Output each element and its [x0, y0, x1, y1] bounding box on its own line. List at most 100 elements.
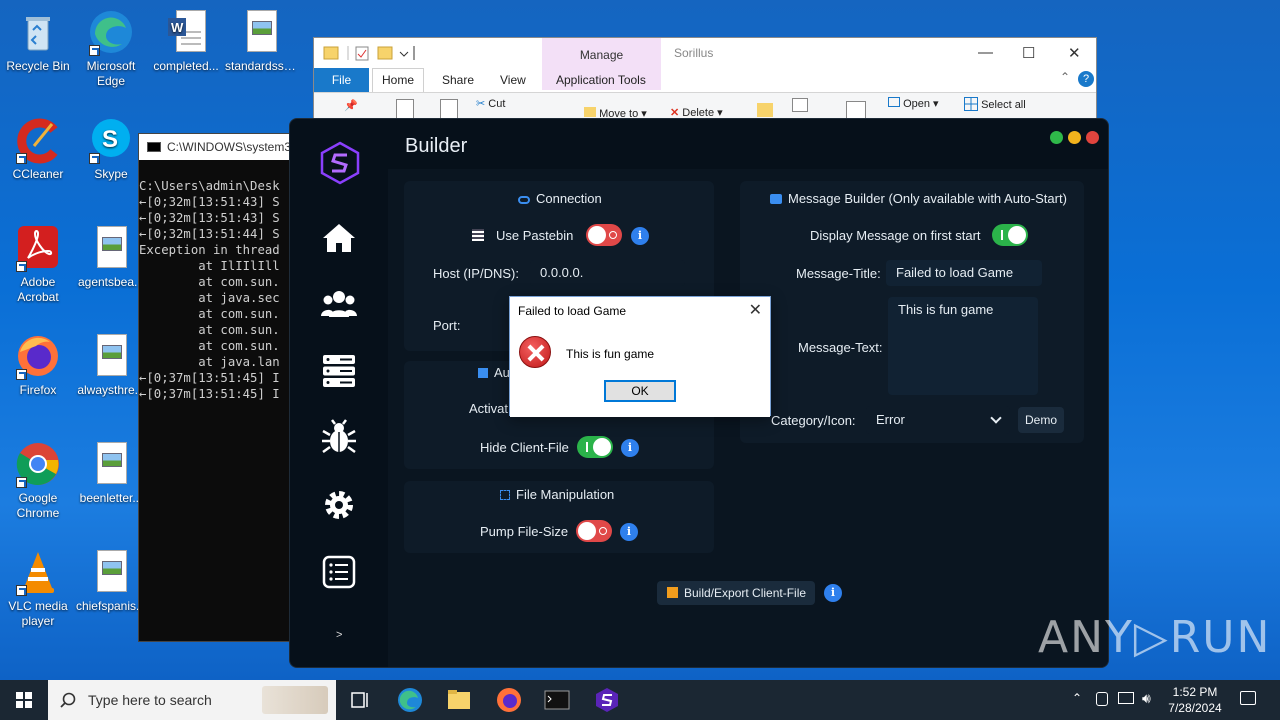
- pin-icon[interactable]: 📌: [344, 99, 358, 112]
- users-icon[interactable]: [320, 285, 358, 323]
- builder-taskbar-icon[interactable]: [587, 684, 627, 716]
- settings-gear-icon[interactable]: [320, 486, 358, 524]
- network-icon[interactable]: [1118, 692, 1134, 704]
- close-icon[interactable]: ✕: [749, 297, 762, 325]
- windows-start-icon[interactable]: [0, 680, 48, 720]
- quick-access-toolbar-icon[interactable]: [322, 44, 432, 62]
- chevron-up-icon[interactable]: ⌃: [1060, 70, 1070, 84]
- message-builder-title: Message Builder (Only available with Aut…: [770, 191, 1067, 206]
- firefox-taskbar-icon[interactable]: [489, 684, 529, 716]
- select-all-icon: [964, 97, 978, 111]
- firefox-icon: [14, 332, 62, 380]
- search-placeholder: Type here to search: [88, 692, 212, 708]
- demo-button[interactable]: Demo: [1018, 407, 1064, 433]
- file-explorer-taskbar-icon[interactable]: [439, 684, 479, 716]
- select-all-button[interactable]: Select all: [964, 97, 1026, 111]
- home-icon[interactable]: [320, 219, 358, 257]
- explorer-titlebar[interactable]: Manage Sorillus — ☐ ✕: [314, 38, 1096, 90]
- tab-application-tools[interactable]: Application Tools: [556, 73, 646, 87]
- search-highlight-icon: [262, 686, 328, 714]
- desktop-icon-edge[interactable]: Microsoft Edge: [73, 8, 149, 89]
- edge-taskbar-icon[interactable]: [390, 684, 430, 716]
- host-label: Host (IP/DNS):: [433, 266, 519, 281]
- file-explorer-window[interactable]: Manage Sorillus — ☐ ✕ File Home Share Vi…: [313, 37, 1097, 128]
- dialog-body: This is fun game OK: [510, 325, 770, 417]
- volume-icon[interactable]: 🔊︎: [1142, 690, 1151, 707]
- use-pastebin-toggle[interactable]: [586, 224, 622, 246]
- close-dot-icon[interactable]: [1086, 131, 1099, 144]
- desktop-icon-firefox[interactable]: Firefox: [0, 332, 76, 398]
- desktop-icon-recycle-bin[interactable]: Recycle Bin: [0, 8, 76, 74]
- display-first-toggle[interactable]: [992, 224, 1028, 246]
- file-manipulation-title: File Manipulation: [500, 487, 614, 502]
- clock-date: 7/28/2024: [1168, 701, 1222, 715]
- edge-icon: [87, 8, 135, 56]
- chevron-up-icon[interactable]: ⌃: [1072, 691, 1082, 705]
- desktop-icon-ccleaner[interactable]: CCleaner: [0, 116, 76, 182]
- console-line: ←[0;32m[13:51:44] S: [139, 227, 280, 241]
- app-logo-icon: [320, 141, 360, 185]
- clock[interactable]: 1:52 PM 7/28/2024: [1160, 684, 1230, 716]
- tab-view[interactable]: View: [500, 73, 526, 87]
- cmd-taskbar-icon[interactable]: [537, 684, 577, 716]
- info-icon[interactable]: i: [620, 523, 638, 541]
- desktop-icon-doc-completed[interactable]: W completed...: [148, 8, 224, 74]
- maximize-icon[interactable]: ☐: [1022, 44, 1035, 62]
- open-button[interactable]: Open ▾: [888, 97, 939, 110]
- taskbar-search[interactable]: Type here to search: [48, 680, 336, 720]
- display-first-label: Display Message on first start: [810, 228, 981, 243]
- cut-button[interactable]: ✂ Cut: [476, 97, 505, 110]
- new-folder-icon[interactable]: [757, 103, 773, 117]
- task-view-icon[interactable]: [340, 684, 380, 716]
- word-document-icon: W: [162, 8, 210, 56]
- console-titlebar[interactable]: C:\WINDOWS\system3: [139, 134, 297, 160]
- message-title-input[interactable]: Failed to load Game: [886, 260, 1042, 286]
- console-window[interactable]: C:\WINDOWS\system3 C:\Users\admin\Desk ←[…: [138, 133, 298, 642]
- tab-share[interactable]: Share: [442, 73, 474, 87]
- message-icon: [770, 194, 782, 204]
- close-icon[interactable]: ✕: [1068, 44, 1081, 62]
- desktop-icon-vlc[interactable]: VLC media player: [0, 548, 76, 629]
- maximize-dot-icon[interactable]: [1050, 131, 1063, 144]
- minimize-dot-icon[interactable]: [1068, 131, 1081, 144]
- list-icon[interactable]: [320, 553, 358, 591]
- info-icon[interactable]: i: [631, 227, 649, 245]
- console-line: at IlIIlIll: [139, 259, 280, 273]
- message-text-label: Message-Text:: [798, 340, 883, 355]
- host-input[interactable]: 0.0.0.0.: [530, 260, 685, 286]
- file-manipulation-icon: [500, 490, 510, 500]
- info-icon[interactable]: i: [824, 584, 842, 602]
- desktop-icon-label: Adobe Acrobat: [17, 275, 59, 304]
- tab-home[interactable]: Home: [372, 68, 424, 94]
- hide-client-toggle[interactable]: [577, 436, 613, 458]
- desktop-icon-chrome[interactable]: Google Chrome: [0, 440, 76, 521]
- desktop-icon-label: Google Chrome: [16, 491, 60, 520]
- console-line: ←[0;32m[13:51:43] S: [139, 211, 280, 225]
- people-icon[interactable]: [1096, 692, 1108, 706]
- tab-file[interactable]: File: [314, 68, 369, 92]
- desktop-icon-label: completed...: [153, 59, 219, 73]
- minimize-icon[interactable]: —: [978, 44, 993, 61]
- info-icon[interactable]: i: [621, 439, 639, 457]
- desktop-icon-acrobat[interactable]: Adobe Acrobat: [0, 224, 76, 305]
- pump-label: Pump File-Size: [480, 524, 569, 539]
- connection-title: Connection: [518, 191, 602, 206]
- message-dialog[interactable]: Failed to load Game ✕ This is fun game O…: [509, 296, 771, 417]
- dialog-titlebar[interactable]: Failed to load Game ✕: [510, 297, 770, 325]
- desktop-icon-doc-standardsst[interactable]: standardsst...: [223, 8, 299, 74]
- build-export-button[interactable]: Build/Export Client-File: [657, 581, 815, 605]
- svg-text:S: S: [102, 126, 118, 153]
- pump-toggle[interactable]: [576, 520, 612, 542]
- console-line: Exception in thread: [139, 243, 280, 257]
- ok-button[interactable]: OK: [604, 380, 676, 402]
- message-text-input[interactable]: This is fun game: [888, 297, 1038, 395]
- skype-icon: S: [87, 116, 135, 164]
- bug-icon[interactable]: [320, 419, 358, 457]
- new-item-icon[interactable]: [792, 98, 808, 112]
- notifications-icon[interactable]: [1240, 691, 1256, 705]
- category-select[interactable]: Error: [866, 406, 1010, 434]
- servers-icon[interactable]: [320, 352, 358, 390]
- sidebar-expand-button[interactable]: >: [336, 629, 342, 641]
- search-icon: [60, 692, 76, 708]
- help-icon[interactable]: ?: [1078, 71, 1094, 87]
